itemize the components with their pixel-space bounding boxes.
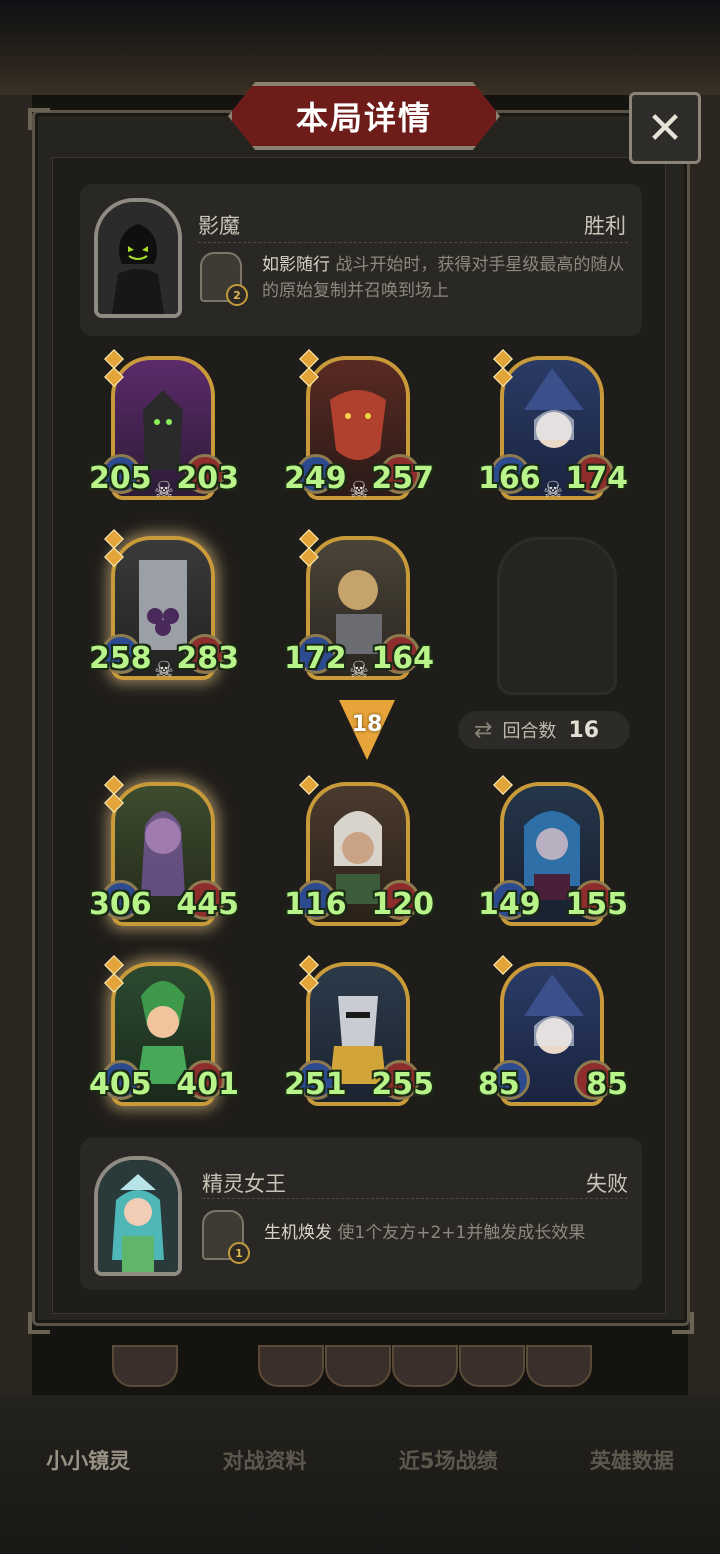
star-gem bbox=[299, 775, 319, 795]
close-button[interactable]: ✕ bbox=[629, 92, 701, 164]
opponent-hero-panel: 影魔 胜利 2 如影随行 战斗开始时，获得对手星级最高的随从的原始复制并召唤到场… bbox=[80, 184, 642, 336]
minion-health: 257 bbox=[371, 461, 434, 496]
tab-hero-data[interactable]: 英雄数据 bbox=[590, 1445, 674, 1475]
star-gem bbox=[104, 349, 124, 369]
corner-ornament bbox=[28, 108, 50, 130]
star-gem bbox=[493, 349, 513, 369]
minion-health: 85 bbox=[586, 1067, 628, 1102]
skull-icon: ☠ bbox=[154, 658, 174, 683]
corner-ornament bbox=[672, 1312, 694, 1334]
skill-text: 如影随行 战斗开始时，获得对手星级最高的随从的原始复制并召唤到场上 bbox=[262, 252, 632, 304]
star-gem bbox=[299, 529, 319, 549]
minion-health: 255 bbox=[371, 1067, 434, 1102]
minion-health: 283 bbox=[176, 641, 239, 676]
bottom-tab-bar: 小小镜灵 对战资料 近5场战绩 英雄数据 bbox=[0, 1430, 720, 1490]
minion-attack: 249 bbox=[284, 461, 347, 496]
tab-recent-5[interactable]: 近5场战绩 bbox=[399, 1445, 498, 1475]
damage-value: 18 bbox=[351, 712, 383, 737]
minion-health: 401 bbox=[176, 1067, 239, 1102]
close-icon: ✕ bbox=[646, 102, 684, 154]
board-peek bbox=[112, 1345, 178, 1387]
board-peek bbox=[526, 1345, 592, 1387]
star-gem bbox=[299, 955, 319, 975]
board-peek bbox=[325, 1345, 391, 1387]
skill-icon[interactable]: 1 bbox=[202, 1210, 250, 1264]
swap-icon: ⇄ bbox=[474, 717, 493, 743]
skull-icon: ☠ bbox=[543, 478, 563, 503]
star-gem bbox=[299, 349, 319, 369]
star-gem bbox=[493, 955, 513, 975]
skill-level-badge: 2 bbox=[226, 284, 248, 306]
skill-name: 生机焕发 bbox=[264, 1223, 332, 1243]
minion-card[interactable]: ☠ 205 203 bbox=[89, 349, 239, 504]
minion-card[interactable]: 405 401 bbox=[89, 955, 239, 1110]
tab-battle-info[interactable]: 对战资料 bbox=[223, 1445, 307, 1475]
star-gem bbox=[104, 955, 124, 975]
hero-portrait[interactable] bbox=[94, 198, 182, 318]
minion-card[interactable]: 306 445 bbox=[89, 775, 239, 930]
hero-name: 影魔 bbox=[198, 214, 240, 238]
minion-health: 164 bbox=[371, 641, 434, 676]
elf-queen-portrait bbox=[98, 1160, 178, 1272]
skill-text: 生机焕发 使1个友方+2+1并触发成长效果 bbox=[264, 1220, 634, 1246]
title-plate: 本局详情 bbox=[228, 82, 500, 150]
top-background bbox=[0, 0, 720, 95]
minion-attack: 251 bbox=[284, 1067, 347, 1102]
round-label: 回合数 bbox=[502, 721, 557, 742]
skill-description: 使1个友方+2+1并触发成长效果 bbox=[337, 1223, 586, 1243]
hero-name: 精灵女王 bbox=[202, 1172, 286, 1196]
minion-card[interactable]: 251 255 bbox=[284, 955, 434, 1110]
minion-card[interactable]: ☠ 258 283 bbox=[89, 529, 239, 684]
minion-card[interactable]: 149 155 bbox=[478, 775, 628, 930]
minion-health: 155 bbox=[565, 887, 628, 922]
board-peek bbox=[459, 1345, 525, 1387]
minion-card[interactable]: ☠ 172 164 bbox=[284, 529, 434, 684]
minion-card[interactable]: 85 85 bbox=[478, 955, 628, 1110]
skill-name: 如影随行 bbox=[262, 255, 330, 275]
skull-icon: ☠ bbox=[349, 478, 369, 503]
board-peek bbox=[392, 1345, 458, 1387]
minion-attack: 205 bbox=[89, 461, 152, 496]
shadow-demon-portrait bbox=[98, 202, 178, 314]
board-peek bbox=[258, 1345, 324, 1387]
minion-card[interactable]: ☠ 249 257 bbox=[284, 349, 434, 504]
hero-portrait[interactable] bbox=[94, 1156, 182, 1276]
divider bbox=[202, 1198, 628, 1199]
divider bbox=[198, 242, 628, 243]
page-title: 本局详情 bbox=[295, 99, 432, 137]
minion-card[interactable]: 116 120 bbox=[284, 775, 434, 930]
skill-level-badge: 1 bbox=[228, 1242, 250, 1264]
minion-attack: 172 bbox=[284, 641, 347, 676]
empty-slot bbox=[497, 537, 617, 695]
minion-attack: 149 bbox=[478, 887, 541, 922]
star-gem bbox=[493, 775, 513, 795]
player-hero-panel: 精灵女王 失败 1 生机焕发 使1个友方+2+1并触发成长效果 bbox=[80, 1138, 642, 1290]
tab-mirror[interactable]: 小小镜灵 bbox=[46, 1445, 130, 1475]
skull-icon: ☠ bbox=[154, 478, 174, 503]
minion-health: 203 bbox=[176, 461, 239, 496]
minion-card[interactable]: ☠ 166 174 bbox=[478, 349, 628, 504]
star-gem bbox=[104, 775, 124, 795]
corner-ornament bbox=[28, 1312, 50, 1334]
skull-icon: ☠ bbox=[349, 658, 369, 683]
minion-attack: 258 bbox=[89, 641, 152, 676]
minion-attack: 405 bbox=[89, 1067, 152, 1102]
hero-result: 失败 bbox=[586, 1172, 628, 1196]
left-edge bbox=[0, 95, 32, 1395]
hero-result: 胜利 bbox=[584, 214, 626, 238]
minion-attack: 306 bbox=[89, 887, 152, 922]
skill-icon[interactable]: 2 bbox=[200, 252, 248, 306]
minion-health: 174 bbox=[565, 461, 628, 496]
minion-health: 445 bbox=[176, 887, 239, 922]
minion-attack: 166 bbox=[478, 461, 541, 496]
star-gem bbox=[104, 529, 124, 549]
round-counter: ⇄ 回合数 16 bbox=[458, 711, 630, 749]
minion-attack: 116 bbox=[284, 887, 347, 922]
round-value: 16 bbox=[568, 717, 600, 743]
minion-attack: 85 bbox=[478, 1067, 520, 1102]
minion-health: 120 bbox=[371, 887, 434, 922]
right-edge bbox=[688, 95, 720, 1395]
